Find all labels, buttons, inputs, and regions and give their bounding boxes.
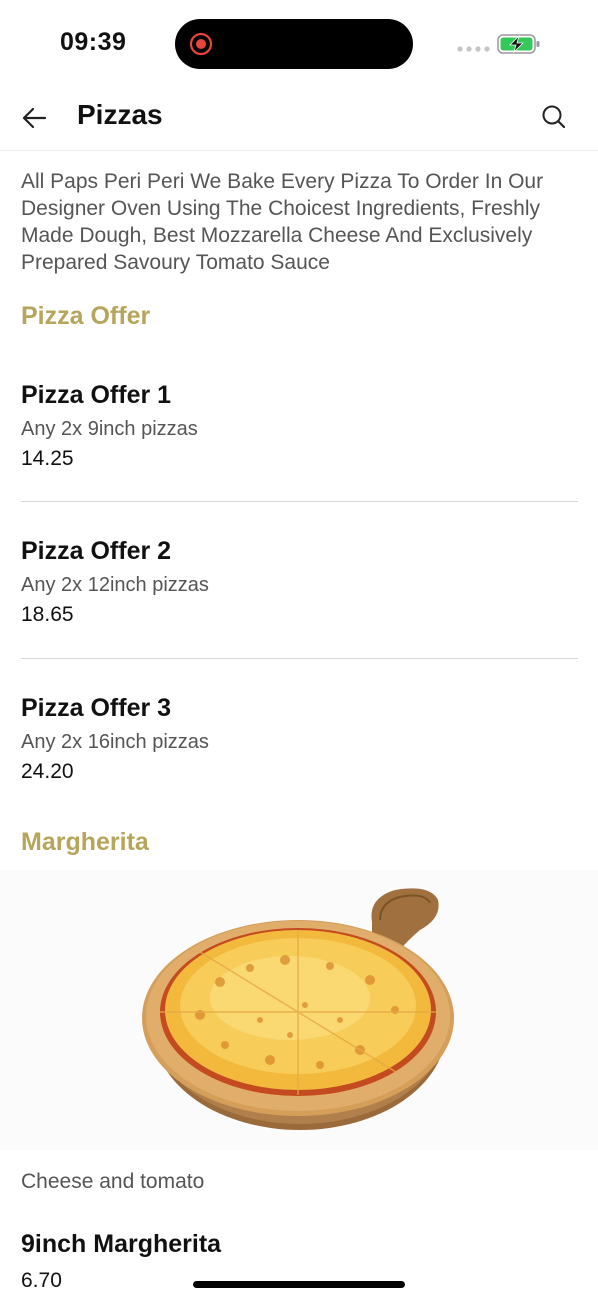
menu-item-pizza-offer-1[interactable]: Pizza Offer 1 Any 2x 9inch pizzas 14.25 <box>21 381 578 471</box>
item-name: Pizza Offer 1 <box>21 381 172 409</box>
dynamic-island <box>175 19 413 69</box>
menu-item-pizza-offer-3[interactable]: Pizza Offer 3 Any 2x 16inch pizzas 24.20 <box>21 694 578 784</box>
status-time: 09:39 <box>60 28 127 56</box>
item-name: 9inch Margherita <box>21 1230 222 1258</box>
search-icon <box>542 105 566 129</box>
item-name: Pizza Offer 3 <box>21 694 172 722</box>
screen-recording-icon <box>189 32 213 56</box>
item-description: Any 2x 12inch pizzas <box>21 574 209 596</box>
cellular-signal-icon <box>457 46 490 52</box>
item-description: Cheese and tomato <box>21 1170 205 1193</box>
item-description: Any 2x 16inch pizzas <box>21 731 209 753</box>
item-price: 14.25 <box>21 447 74 470</box>
header-divider <box>0 150 598 151</box>
item-price: 24.20 <box>21 760 74 783</box>
margherita-pizza-image <box>0 870 598 1150</box>
arrow-left-icon <box>22 107 47 129</box>
category-description: All Paps Peri Peri We Bake Every Pizza T… <box>21 170 544 274</box>
item-price: 18.65 <box>21 603 74 626</box>
item-divider <box>21 658 578 659</box>
page-title: Pizzas <box>77 99 163 130</box>
home-indicator[interactable] <box>193 1281 405 1288</box>
section-heading-margherita: Margherita <box>21 828 149 856</box>
item-name: Pizza Offer 2 <box>21 537 172 565</box>
app-header: Pizzas <box>0 90 598 150</box>
item-description: Any 2x 9inch pizzas <box>21 418 198 440</box>
pizza-illustration <box>142 888 454 1130</box>
item-divider <box>21 501 578 502</box>
menu-item-pizza-offer-2[interactable]: Pizza Offer 2 Any 2x 12inch pizzas 18.65 <box>21 537 578 627</box>
search-button[interactable] <box>538 101 570 133</box>
status-bar: 09:39 <box>0 0 598 90</box>
section-heading-pizza-offer: Pizza Offer <box>21 302 151 330</box>
back-button[interactable] <box>16 100 52 136</box>
battery-charging-icon <box>497 34 540 54</box>
